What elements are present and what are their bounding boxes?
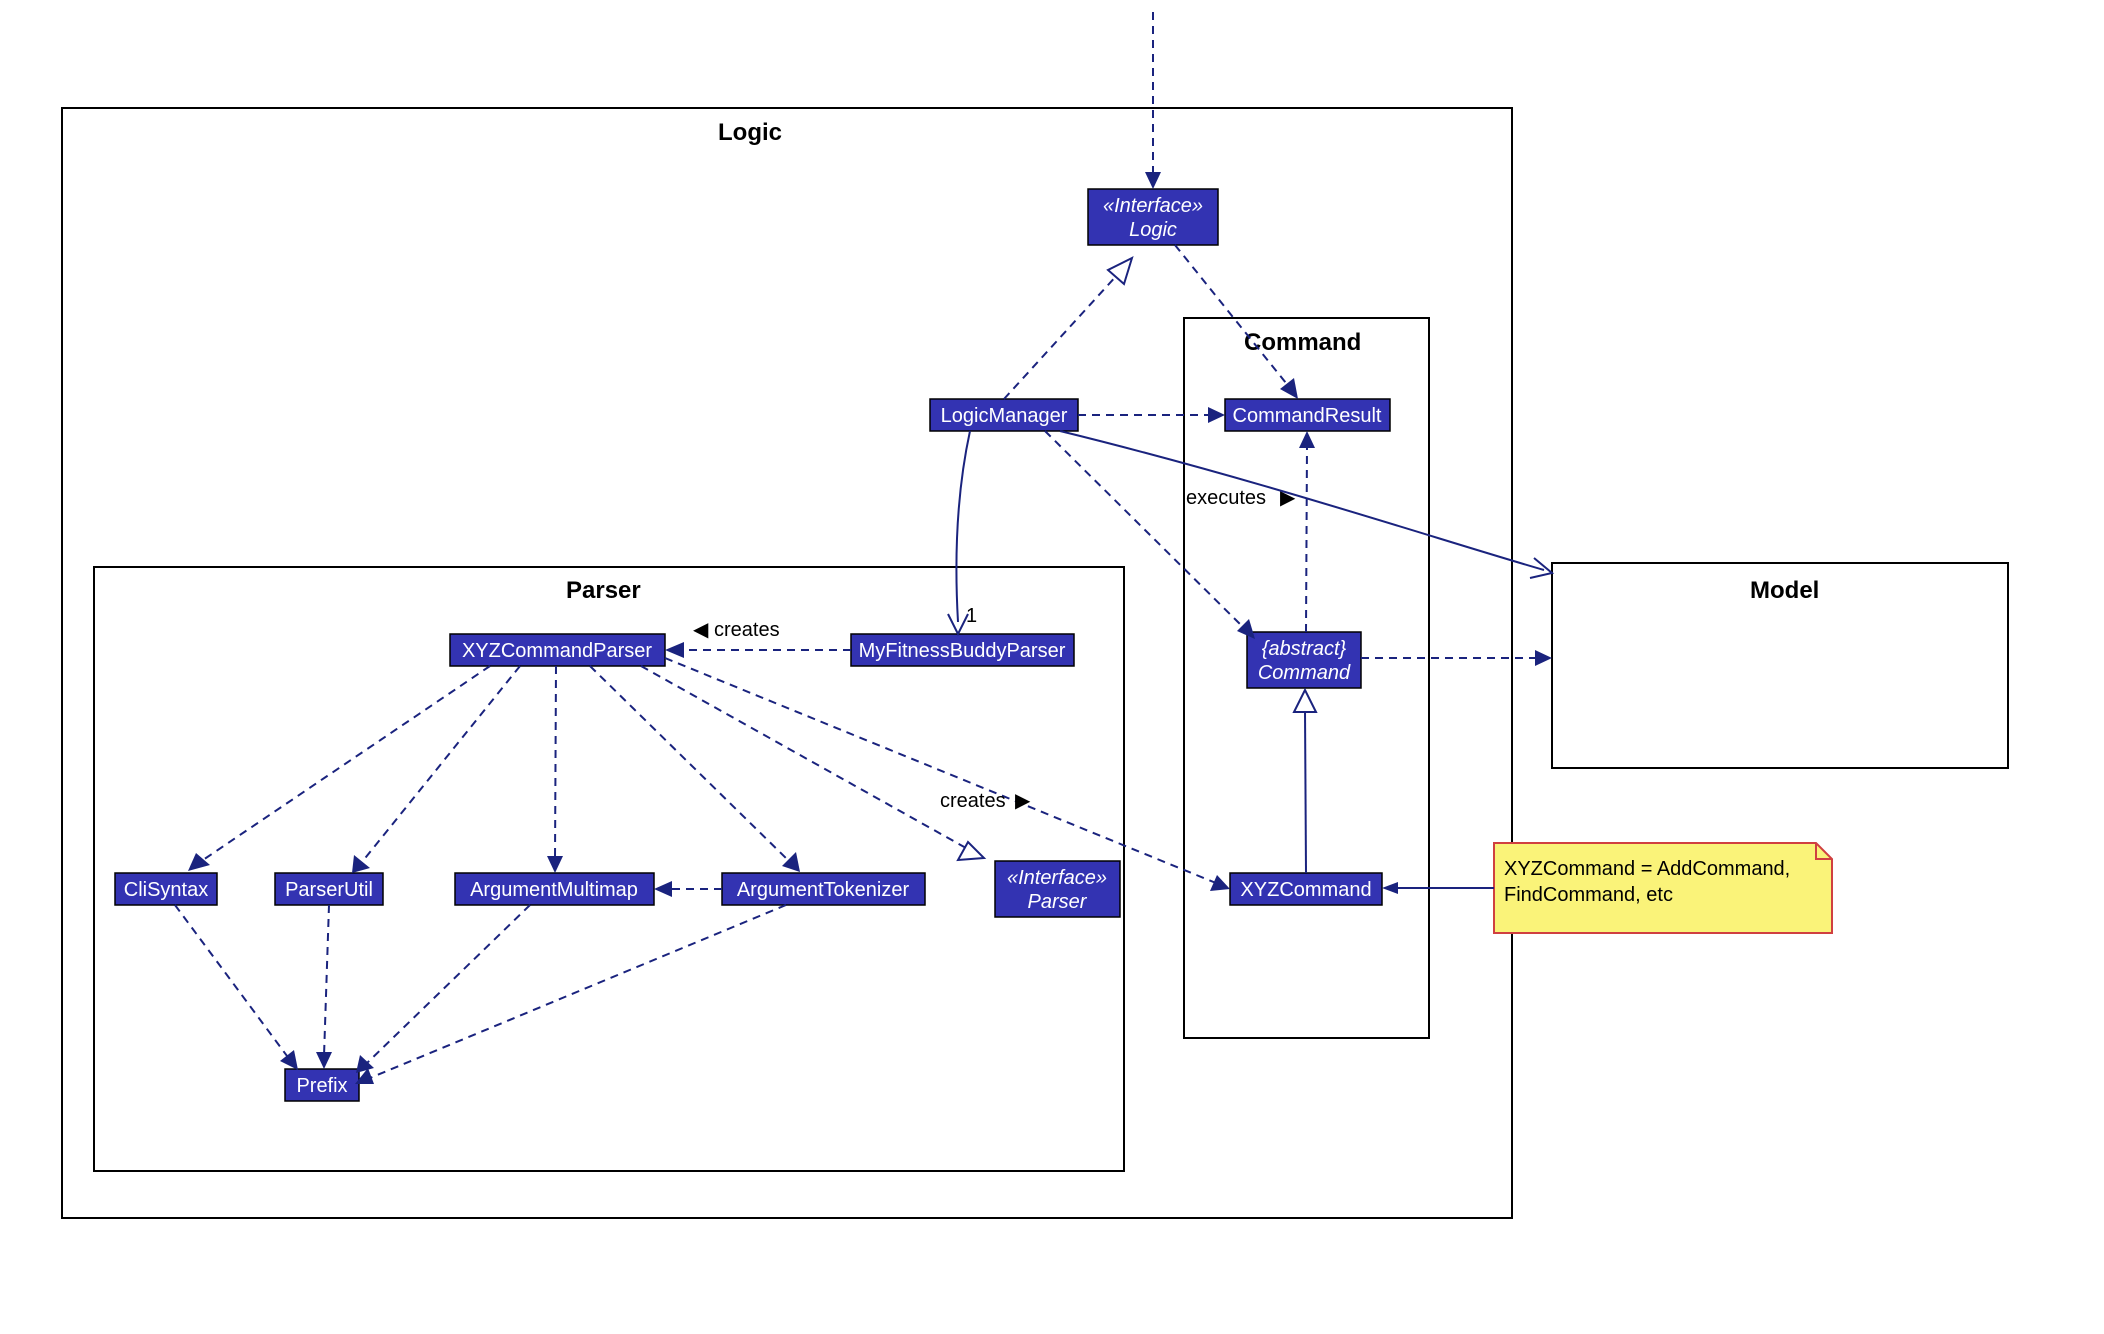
node-my-fitness-buddy-parser: MyFitnessBuddyParser xyxy=(851,634,1074,666)
package-parser-title: Parser xyxy=(566,577,641,604)
node-argument-tokenizer: ArgumentTokenizer xyxy=(722,873,925,905)
edge-logic-to-commandresult xyxy=(1175,245,1298,399)
edge-note-to-xyzcommand xyxy=(1382,882,1494,894)
svg-text:«Interface»: «Interface» xyxy=(1007,867,1107,889)
svg-text:«Interface»: «Interface» xyxy=(1103,195,1203,217)
svg-text:LogicManager: LogicManager xyxy=(941,405,1068,427)
node-argument-multimap: ArgumentMultimap xyxy=(455,873,654,905)
edge-abstractcommand-to-commandresult xyxy=(1299,431,1315,632)
svg-text:MyFitnessBuddyParser: MyFitnessBuddyParser xyxy=(859,640,1066,662)
node-prefix: Prefix xyxy=(285,1069,359,1101)
note-xyz-command: XYZCommand = AddCommand, FindCommand, et… xyxy=(1494,843,1832,933)
svg-text:Logic: Logic xyxy=(1129,219,1177,241)
edge-xyzparser-to-clisyntax xyxy=(188,666,490,871)
svg-text:Prefix: Prefix xyxy=(296,1075,347,1097)
svg-text:XYZCommandParser: XYZCommandParser xyxy=(462,640,652,662)
label-creates1-arrow: ◀ xyxy=(693,619,709,641)
label-creates2: creates xyxy=(940,790,1006,812)
svg-text:ArgumentTokenizer: ArgumentTokenizer xyxy=(737,879,910,901)
svg-text:ArgumentMultimap: ArgumentMultimap xyxy=(470,879,638,901)
edge-xyzparser-realizes-parser xyxy=(641,666,984,860)
edge-xyzparser-to-parserutil xyxy=(352,666,520,873)
node-logic-manager: LogicManager xyxy=(930,399,1078,431)
node-xyz-command: XYZCommand xyxy=(1230,873,1382,905)
edge-parserutil-to-prefix xyxy=(316,905,332,1069)
node-parser-interface: «Interface» Parser xyxy=(995,861,1120,917)
edge-xyzparser-to-argmultimap xyxy=(547,666,563,873)
edge-argtokenizer-to-prefix xyxy=(355,905,786,1084)
edge-logicmanager-to-abstractcommand xyxy=(1045,431,1255,639)
svg-text:ParserUtil: ParserUtil xyxy=(285,879,373,901)
svg-text:XYZCommand: XYZCommand xyxy=(1240,879,1371,901)
node-parser-util: ParserUtil xyxy=(275,873,383,905)
edge-xyzcommand-extends-abstractcommand xyxy=(1294,690,1316,873)
svg-text:Command: Command xyxy=(1258,662,1351,684)
svg-text:CliSyntax: CliSyntax xyxy=(124,879,208,901)
edge-abstractcommand-to-model xyxy=(1361,650,1552,666)
node-xyz-command-parser: XYZCommandParser xyxy=(450,634,665,666)
node-command-result: CommandResult xyxy=(1225,399,1390,431)
package-logic-title: Logic xyxy=(718,119,782,146)
label-executes: executes xyxy=(1186,487,1266,509)
edge-external-to-logic xyxy=(1145,12,1161,189)
node-cli-syntax: CliSyntax xyxy=(115,873,217,905)
edge-argtokenizer-to-argmultimap xyxy=(654,881,722,897)
package-command-title: Command xyxy=(1244,329,1361,356)
edge-logicmanager-realizes-logic xyxy=(1004,258,1132,399)
package-model-title: Model xyxy=(1750,577,1819,604)
edge-clisyntax-to-prefix xyxy=(175,905,298,1070)
label-creates2-arrow: ▶ xyxy=(1015,790,1031,812)
edge-myfitness-to-xyzparser xyxy=(665,642,851,658)
svg-text:Parser: Parser xyxy=(1028,891,1088,913)
node-logic-interface: «Interface» Logic xyxy=(1088,189,1218,245)
svg-text:FindCommand, etc: FindCommand, etc xyxy=(1504,884,1673,906)
svg-text:XYZCommand = AddCommand,: XYZCommand = AddCommand, xyxy=(1504,858,1790,880)
label-creates1: creates xyxy=(714,619,780,641)
node-abstract-command: {abstract} Command xyxy=(1247,632,1361,688)
edge-logicmanager-to-commandresult xyxy=(1078,407,1225,423)
svg-text:CommandResult: CommandResult xyxy=(1233,405,1382,427)
edge-xyzparser-to-xyzcommand xyxy=(665,658,1230,891)
label-mult-1: 1 xyxy=(966,605,977,627)
edge-logicmanager-to-myfitnessparser xyxy=(948,431,970,634)
svg-text:{abstract}: {abstract} xyxy=(1262,638,1347,660)
